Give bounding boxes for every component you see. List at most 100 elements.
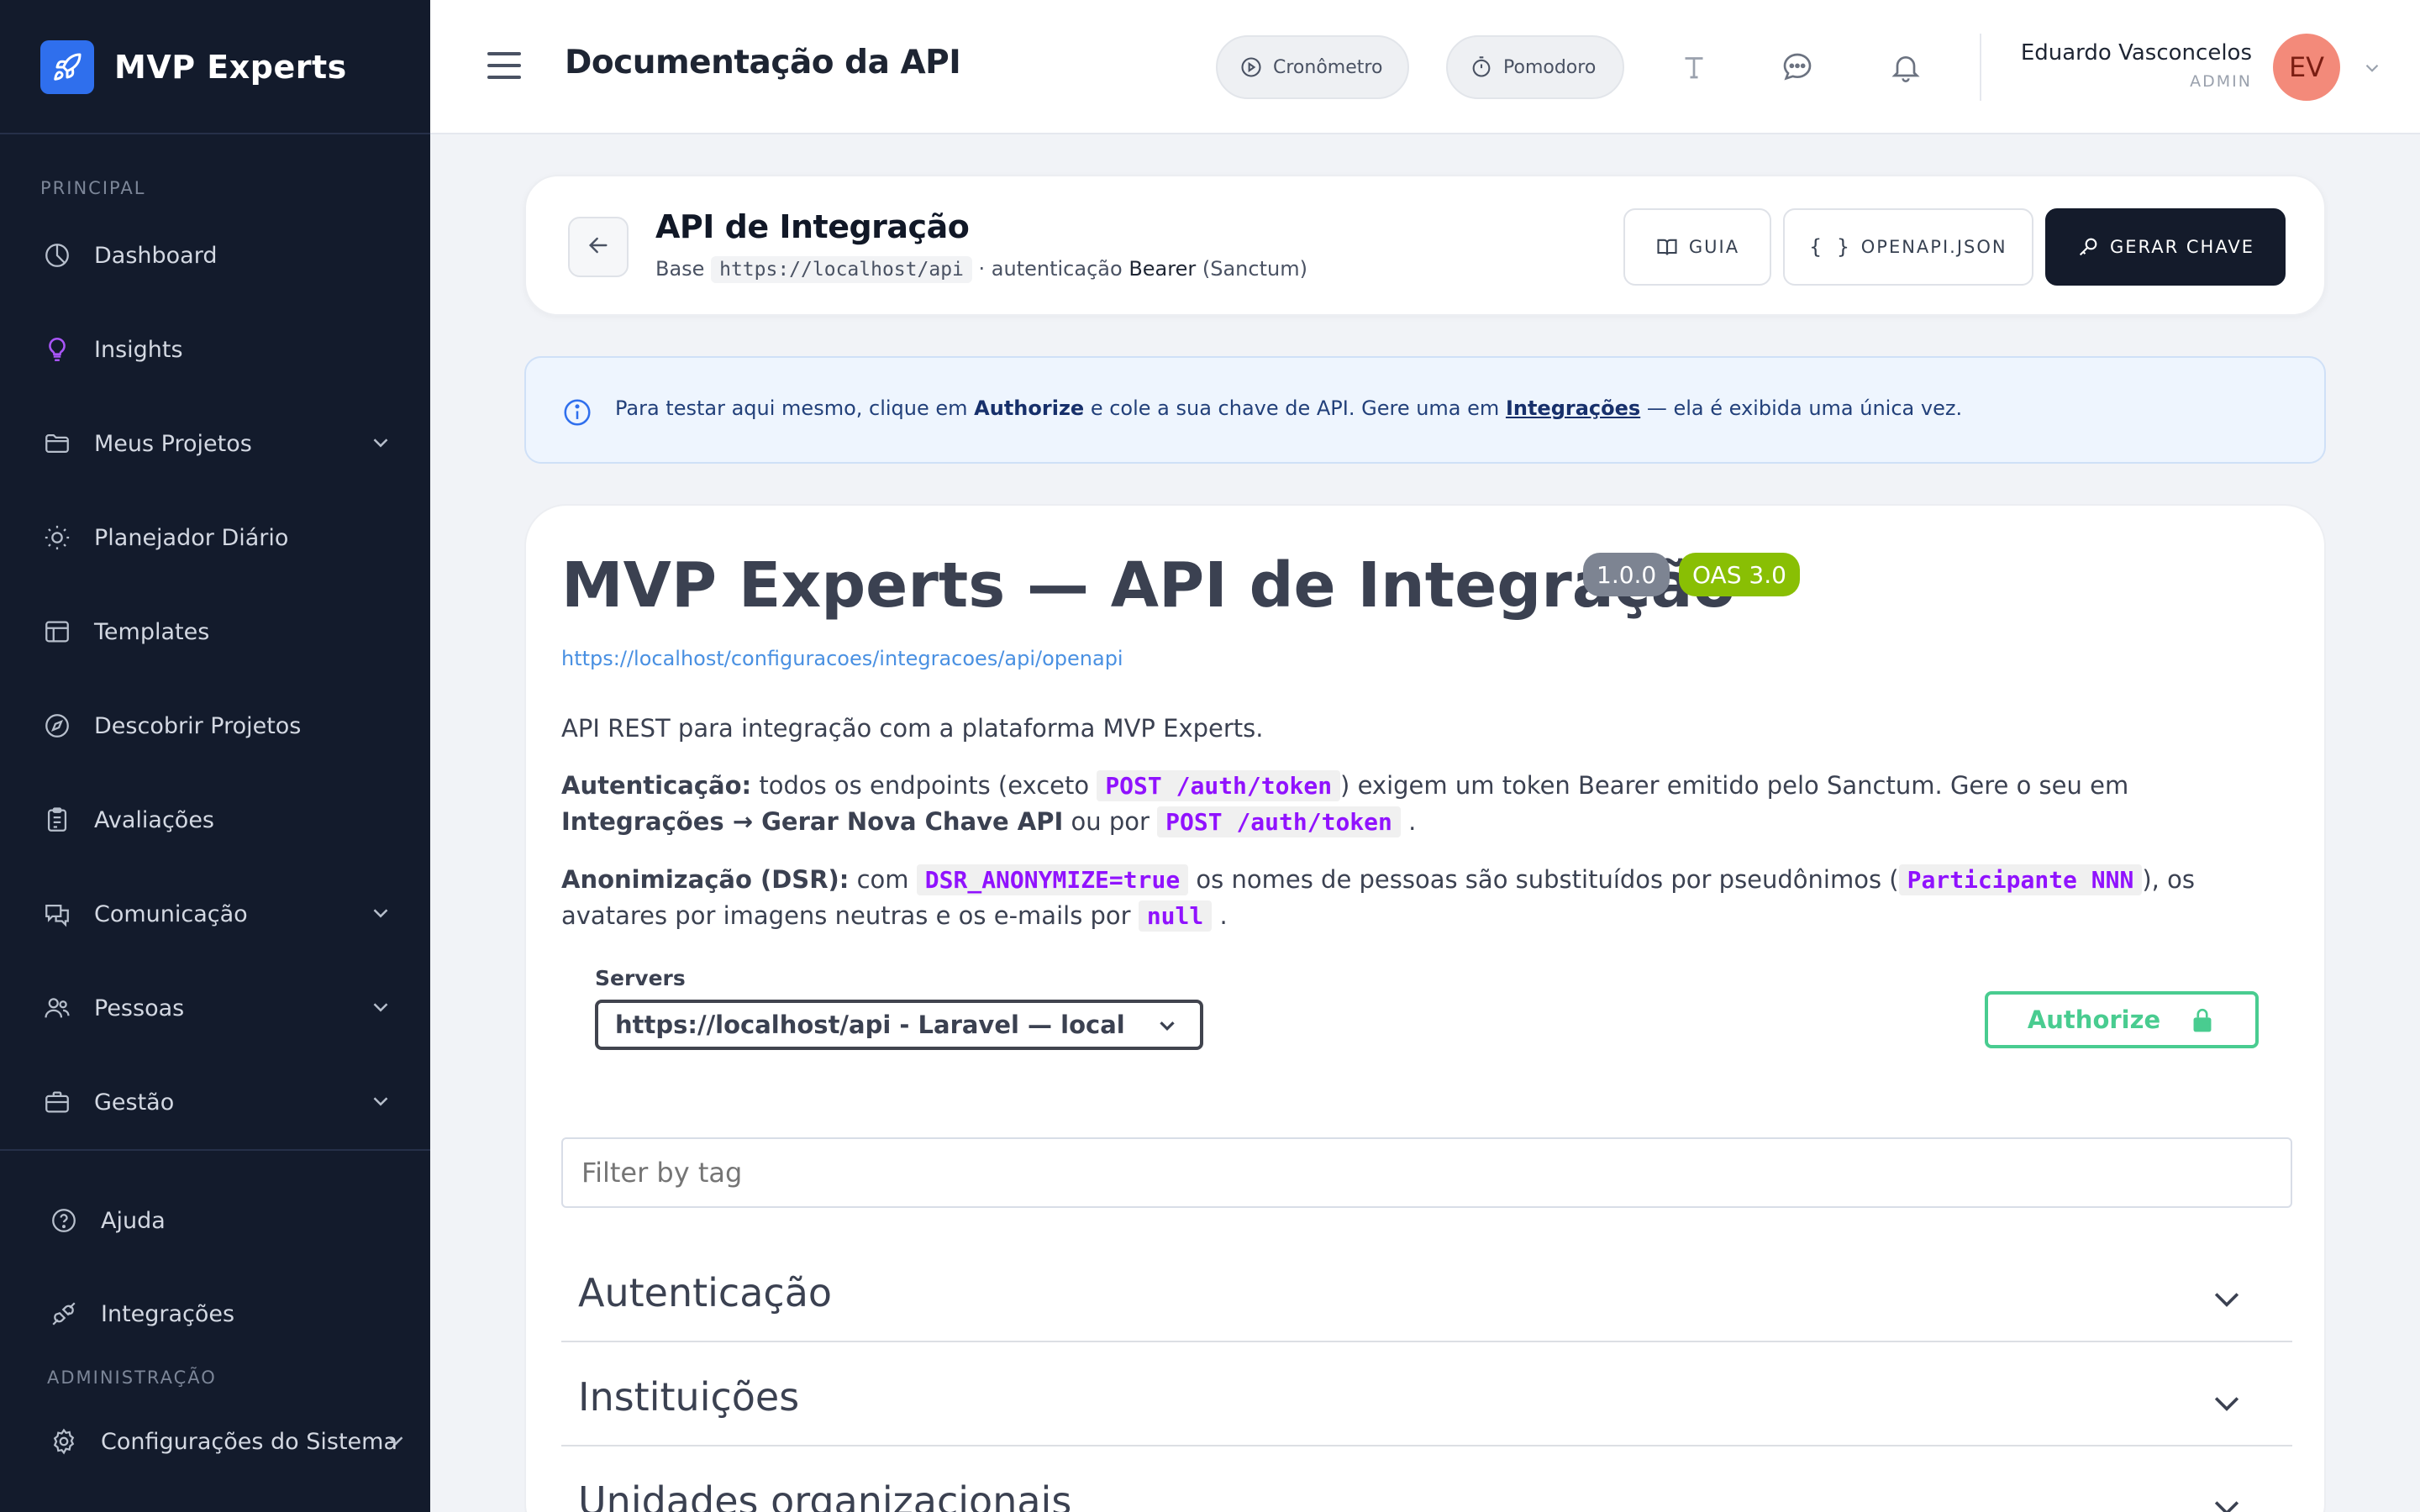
user-name[interactable]: Eduardo Vasconcelos <box>2021 40 2252 66</box>
sidebar-item-label: Dashboard <box>94 242 218 269</box>
info-alert: Para testar aqui mesmo, clique em Author… <box>524 356 2326 464</box>
desc-text: ) exigem um token Bearer emitido pelo Sa… <box>1340 771 2129 800</box>
chevron-down-icon <box>368 995 393 1026</box>
layout-icon <box>40 615 74 648</box>
gerar-chave-label: GERAR CHAVE <box>2109 237 2255 257</box>
sidebar-item-pessoas[interactable]: Pessoas <box>40 983 393 1033</box>
guia-button[interactable]: GUIA <box>1623 208 1771 286</box>
info-icon <box>561 396 593 432</box>
sidebar-item-dashboard[interactable]: Dashboard <box>40 230 393 281</box>
chevron-down-icon <box>1155 1013 1180 1044</box>
sidebar-item-label: Descobrir Projetos <box>94 712 302 739</box>
menu-icon[interactable] <box>486 49 523 86</box>
inline-code: POST /auth/token <box>1157 806 1401 837</box>
base-label: Base <box>655 257 705 281</box>
lock-icon <box>2189 1005 2216 1034</box>
briefcase-icon <box>40 1085 74 1119</box>
font-size-icon[interactable] <box>1674 47 1714 87</box>
sidebar-item-gestao[interactable]: Gestão <box>40 1077 393 1127</box>
lightbulb-icon <box>40 333 74 366</box>
sidebar-item-insights[interactable]: Insights <box>40 324 393 375</box>
pomodoro-button[interactable]: Pomodoro <box>1446 35 1624 99</box>
gerar-chave-button[interactable]: GERAR CHAVE <box>2045 208 2286 286</box>
timer-icon <box>1470 55 1493 79</box>
chevron-down-icon <box>368 1089 393 1120</box>
oas-badge: OAS 3.0 <box>1679 553 1800 596</box>
sidebar-item-planejador[interactable]: Planejador Diário <box>40 512 393 563</box>
tag-name: Autenticação <box>578 1270 833 1315</box>
anon-label: Anonimização (DSR): <box>561 865 850 894</box>
tag-section-unidades[interactable]: Unidades organizacionais <box>561 1446 2292 1512</box>
settings-icon <box>47 1425 81 1458</box>
sidebar-item-configuracoes[interactable]: Configurações do Sistema <box>47 1416 407 1467</box>
cronometro-button[interactable]: Cronômetro <box>1216 35 1409 99</box>
chat-icon[interactable] <box>1777 47 1818 87</box>
sidebar-item-descobrir[interactable]: Descobrir Projetos <box>40 701 393 751</box>
inline-code: POST /auth/token <box>1097 770 1341 801</box>
sidebar-item-integracoes[interactable]: Integrações <box>47 1289 400 1339</box>
desc-text: . <box>1408 807 1417 836</box>
sun-icon <box>40 521 74 554</box>
desc-text: os nomes de pessoas são substituídos por… <box>1196 865 1899 894</box>
brand[interactable]: MVP Experts <box>40 40 347 94</box>
sidebar: MVP Experts PRINCIPAL Dashboard Insights… <box>0 0 430 1512</box>
sidebar-item-meus-projetos[interactable]: Meus Projetos <box>40 418 393 469</box>
sidebar-item-label: Insights <box>94 336 183 363</box>
swagger-card: MVP Experts — API de Integração 1.0.0 OA… <box>524 504 2326 1512</box>
servers-select[interactable]: https://localhost/api - Laravel — local <box>595 1000 1203 1050</box>
topbar: Documentação da API Cronômetro Pomodoro … <box>430 0 2420 134</box>
desc-text: ou por <box>1071 807 1150 836</box>
desc-text: . <box>1219 901 1228 930</box>
openapi-json-button[interactable]: { } OPENAPI.JSON <box>1783 208 2033 286</box>
sidebar-item-templates[interactable]: Templates <box>40 606 393 657</box>
play-circle-icon <box>1239 55 1263 79</box>
auth-sanctum: (Sanctum) <box>1202 257 1307 281</box>
auth-bearer: Bearer <box>1128 257 1197 281</box>
auth-label: Autenticação: <box>561 771 752 800</box>
version-badge: 1.0.0 <box>1583 553 1670 596</box>
authorize-button[interactable]: Authorize <box>1985 991 2259 1048</box>
back-button[interactable] <box>568 217 629 277</box>
tag-section-autenticacao[interactable]: Autenticação <box>561 1238 2292 1342</box>
chevron-down-icon <box>368 900 393 932</box>
sidebar-item-ajuda[interactable]: Ajuda <box>47 1195 400 1246</box>
pomodoro-label: Pomodoro <box>1503 56 1597 78</box>
sidebar-divider <box>0 1149 430 1151</box>
help-circle-icon <box>47 1204 81 1237</box>
header-divider <box>1980 34 1981 101</box>
guia-label: GUIA <box>1688 237 1740 257</box>
messages-icon <box>40 897 74 931</box>
pie-chart-icon <box>40 239 74 272</box>
user-role: ADMIN <box>2190 72 2252 91</box>
sidebar-item-label: Configurações do Sistema <box>101 1428 398 1455</box>
braces-icon: { } <box>1809 235 1851 259</box>
servers-label: Servers <box>595 966 686 990</box>
page-title: Documentação da API <box>565 44 961 81</box>
tag-section-instituicoes[interactable]: Instituições <box>561 1342 2292 1446</box>
tag-name: Instituições <box>578 1374 800 1420</box>
sidebar-item-label: Comunicação <box>94 900 248 927</box>
sidebar-item-label: Ajuda <box>101 1207 166 1234</box>
desc-bold: Integrações → Gerar Nova Chave API <box>561 807 1064 836</box>
rocket-icon <box>40 40 94 94</box>
spec-url-link[interactable]: https://localhost/configuracoes/integrac… <box>561 647 1123 670</box>
avatar[interactable]: EV <box>2273 34 2340 101</box>
auth-description: Autenticação: todos os endpoints (exceto… <box>561 768 2292 840</box>
alert-text-part: Para testar aqui mesmo, clique em <box>615 396 968 420</box>
anon-description: Anonimização (DSR): com DSR_ANONYMIZE=tr… <box>561 862 2292 934</box>
sidebar-item-avaliacoes[interactable]: Avaliações <box>40 795 393 845</box>
users-icon <box>40 991 74 1025</box>
clipboard-icon <box>40 803 74 837</box>
bell-icon[interactable] <box>1886 47 1926 87</box>
alert-text-part: — ela é exibida uma única vez. <box>1646 396 1963 420</box>
integracoes-link[interactable]: Integrações <box>1506 396 1640 420</box>
sidebar-item-label: Planejador Diário <box>94 524 289 551</box>
tag-name: Unidades organizacionais <box>578 1478 1072 1512</box>
inline-code: DSR_ANONYMIZE=true <box>916 864 1189 895</box>
sidebar-item-comunicacao[interactable]: Comunicação <box>40 889 393 939</box>
sidebar-item-label: Gestão <box>94 1089 175 1116</box>
filter-by-tag-input[interactable]: Filter by tag <box>561 1137 2292 1208</box>
inline-code: null <box>1138 900 1213 932</box>
sidebar-item-label: Integrações <box>101 1300 235 1327</box>
chevron-down-icon[interactable] <box>2361 57 2383 82</box>
